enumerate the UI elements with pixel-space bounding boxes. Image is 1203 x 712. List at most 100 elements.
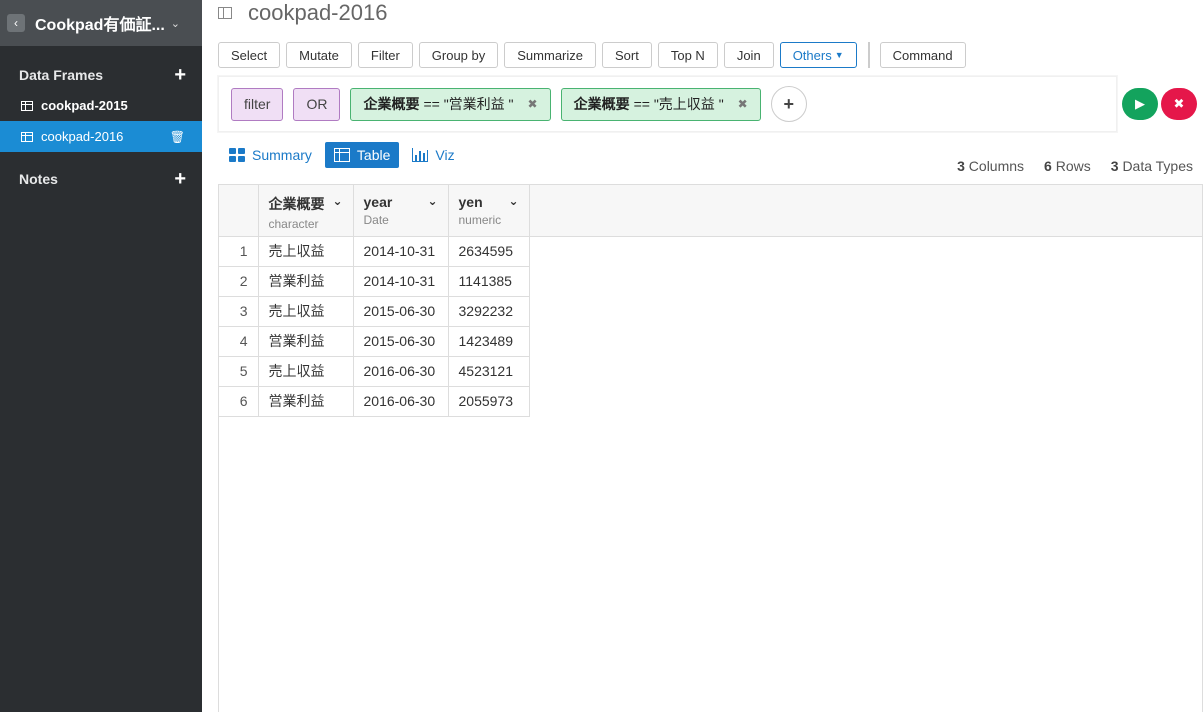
table-cell: 売上収益 bbox=[258, 236, 354, 267]
others-label: Others bbox=[792, 47, 832, 63]
table-cell: 営業利益 bbox=[258, 386, 354, 417]
table-icon bbox=[21, 131, 33, 142]
table-cell: 2014-10-31 bbox=[353, 266, 449, 297]
view-tabs: Summary Table Viz bbox=[228, 142, 468, 168]
sidebar-item-cookpad-2016[interactable]: cookpad-2016 🗑 bbox=[0, 121, 202, 152]
chevron-down-icon[interactable]: ⌄ bbox=[427, 194, 437, 210]
chevron-down-icon[interactable]: ⌄ bbox=[508, 194, 518, 210]
operator-chip[interactable]: OR bbox=[293, 87, 341, 121]
condition-chip[interactable]: 企業概要 == "売上収益 " ✖ bbox=[560, 87, 761, 121]
page-title: cookpad-2016 bbox=[248, 0, 388, 25]
row-index: 6 bbox=[219, 386, 259, 417]
others-dropdown[interactable]: Others ▼ bbox=[779, 42, 857, 68]
condition-expr: == "営業利益 " bbox=[423, 96, 514, 112]
table-cell: 1141385 bbox=[448, 266, 530, 297]
table-cell: 売上収益 bbox=[258, 296, 354, 327]
group-by-button[interactable]: Group by bbox=[418, 42, 499, 68]
table-row: 6 営業利益 2016-06-30 2055973 bbox=[219, 386, 530, 417]
table-cell: 営業利益 bbox=[258, 266, 354, 297]
close-icon: ✖ bbox=[1173, 96, 1185, 111]
back-icon[interactable]: ‹ bbox=[7, 14, 25, 32]
tab-table[interactable]: Table bbox=[324, 142, 400, 168]
data-frame-icon bbox=[218, 7, 232, 19]
remove-condition-icon[interactable]: ✖ bbox=[738, 97, 748, 111]
add-condition-button[interactable]: + bbox=[770, 86, 807, 122]
mutate-button[interactable]: Mutate bbox=[286, 42, 352, 68]
row-index: 2 bbox=[219, 266, 259, 297]
tab-table-label: Table bbox=[356, 147, 391, 163]
summary-icon bbox=[229, 148, 245, 162]
table-cell: 2634595 bbox=[448, 236, 530, 267]
caret-down-icon: ▼ bbox=[834, 50, 844, 60]
column-name: 企業概要 bbox=[268, 196, 325, 212]
data-frames-section: Data Frames + bbox=[0, 60, 202, 90]
row-index: 1 bbox=[219, 236, 259, 267]
rows-stat: 6 Rows bbox=[1044, 158, 1091, 174]
columns-label: Columns bbox=[968, 158, 1025, 174]
toolbar: Select Mutate Filter Group by Summarize … bbox=[218, 42, 972, 68]
add-note-icon[interactable]: + bbox=[174, 169, 186, 189]
chevron-down-icon[interactable]: ⌄ bbox=[332, 194, 342, 214]
columns-stat: 3 Columns bbox=[957, 158, 1024, 174]
column-name: yen bbox=[458, 194, 483, 210]
row-index: 5 bbox=[219, 356, 259, 387]
table-cell: 2016-06-30 bbox=[353, 356, 449, 387]
tab-summary[interactable]: Summary bbox=[228, 142, 313, 168]
tab-viz[interactable]: Viz bbox=[411, 142, 455, 168]
sidebar-item-label: cookpad-2015 bbox=[41, 98, 128, 113]
table-row: 5 売上収益 2016-06-30 4523121 bbox=[219, 356, 530, 387]
top-n-button[interactable]: Top N bbox=[657, 42, 718, 68]
trash-icon[interactable]: 🗑 bbox=[170, 130, 185, 144]
run-button[interactable]: ▶ bbox=[1122, 88, 1158, 120]
sidebar-item-cookpad-2015[interactable]: cookpad-2015 bbox=[0, 90, 202, 121]
table-cell: 2016-06-30 bbox=[353, 386, 449, 417]
summarize-button[interactable]: Summarize bbox=[504, 42, 597, 68]
table-icon bbox=[21, 100, 33, 111]
command-button[interactable]: Command bbox=[879, 42, 966, 68]
join-button[interactable]: Join bbox=[723, 42, 774, 68]
add-data-frame-icon[interactable]: + bbox=[174, 65, 186, 85]
notes-label: Notes bbox=[19, 171, 58, 187]
filter-button[interactable]: Filter bbox=[357, 42, 413, 68]
column-header[interactable]: 企業概要 ⌄ character bbox=[258, 185, 354, 236]
types-stat: 3 Data Types bbox=[1111, 158, 1193, 174]
table-row: 4 営業利益 2015-06-30 1423489 bbox=[219, 326, 530, 357]
table-row: 3 売上収益 2015-06-30 3292232 bbox=[219, 296, 530, 327]
row-index-header bbox=[219, 185, 259, 236]
condition-field: 企業概要 bbox=[573, 96, 630, 112]
column-header[interactable]: yen ⌄ numeric bbox=[448, 185, 530, 236]
column-type: Date bbox=[363, 213, 389, 227]
chevron-down-icon[interactable]: ⌄ bbox=[171, 17, 180, 30]
condition-field: 企業概要 bbox=[363, 96, 420, 112]
condition-chip[interactable]: 企業概要 == "営業利益 " ✖ bbox=[350, 87, 551, 121]
rows-label: Rows bbox=[1055, 158, 1091, 174]
tab-summary-label: Summary bbox=[252, 147, 312, 163]
types-label: Data Types bbox=[1122, 158, 1193, 174]
table-icon bbox=[333, 148, 350, 162]
condition-expr: == "売上収益 " bbox=[633, 96, 724, 112]
remove-condition-icon[interactable]: ✖ bbox=[528, 97, 538, 111]
table-cell: 2014-10-31 bbox=[353, 236, 449, 267]
bar-chart-icon bbox=[412, 148, 429, 162]
data-frames-label: Data Frames bbox=[19, 67, 104, 83]
main-area: cookpad-2016 Select Mutate Filter Group … bbox=[218, 0, 1203, 712]
table-row: 2 営業利益 2014-10-31 1141385 bbox=[219, 266, 530, 297]
sidebar: ‹ Cookpad有価証... ⌄ Data Frames + cookpad-… bbox=[0, 0, 202, 712]
table-cell: 2015-06-30 bbox=[353, 296, 449, 327]
row-index: 3 bbox=[219, 296, 259, 327]
play-icon: ▶ bbox=[1135, 96, 1145, 111]
project-header[interactable]: ‹ Cookpad有価証... ⌄ bbox=[0, 0, 202, 46]
table-cell: 3292232 bbox=[448, 296, 530, 327]
table-row: 1 売上収益 2014-10-31 2634595 bbox=[219, 236, 530, 267]
table-cell: 1423489 bbox=[448, 326, 530, 357]
column-header[interactable]: year ⌄ Date bbox=[353, 185, 449, 236]
column-type: numeric bbox=[458, 213, 502, 227]
table-cell: 4523121 bbox=[448, 356, 530, 387]
verb-chip[interactable]: filter bbox=[231, 87, 284, 121]
notes-section: Notes + bbox=[0, 164, 202, 194]
select-button[interactable]: Select bbox=[218, 42, 281, 68]
sort-button[interactable]: Sort bbox=[602, 42, 652, 68]
project-title[interactable]: Cookpad有価証... bbox=[35, 11, 165, 35]
cancel-button[interactable]: ✖ bbox=[1161, 88, 1197, 120]
tab-viz-label: Viz bbox=[435, 147, 455, 163]
